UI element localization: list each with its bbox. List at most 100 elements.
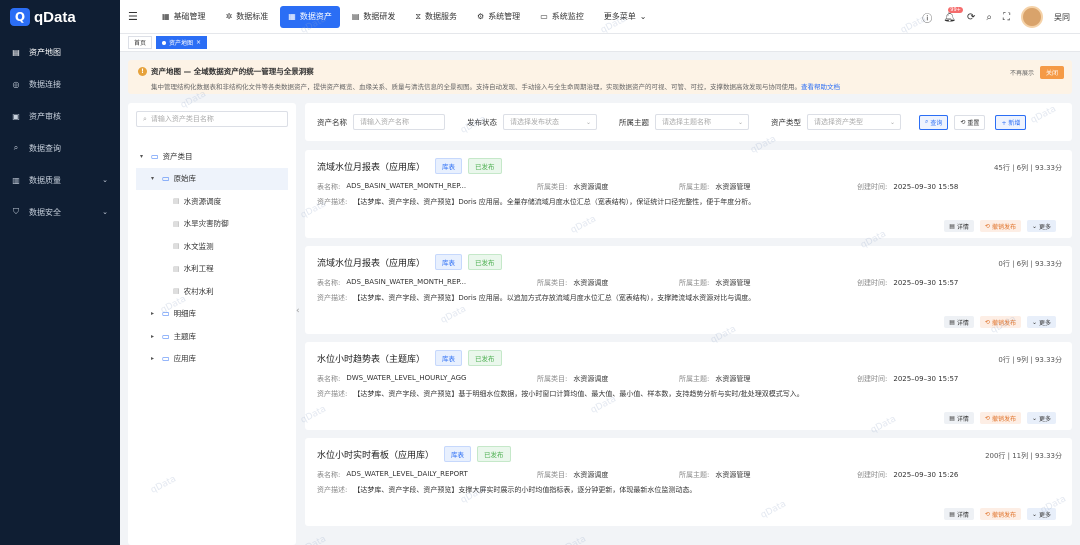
sidebar-item-2[interactable]: ▣ 资产审核	[0, 100, 120, 132]
tabs-bar: 首页 资产地图 ×	[120, 34, 1080, 52]
nav-item-1[interactable]: ✲ 数据标准	[218, 6, 277, 28]
no-show-button[interactable]: 不再展示	[1010, 68, 1034, 77]
table-name-value: ADS_BASIN_WATER_MONTH_REP...	[346, 181, 467, 190]
close-icon[interactable]: ×	[196, 39, 201, 46]
card-title[interactable]: 流域水位月报表（应用库）	[317, 160, 425, 173]
card-header: 水位小时实时看板（应用库） 库表 已发布	[317, 441, 1060, 467]
more-button[interactable]: ⌄ 更多	[1026, 508, 1056, 520]
sidebar-item-3[interactable]: ⌕ 数据查询	[0, 132, 120, 164]
nav-item-7[interactable]: 更多菜单 ⌄	[596, 6, 655, 28]
more-button[interactable]: ⌄ 更多	[1026, 220, 1056, 232]
caret-icon[interactable]: ▾	[140, 153, 147, 160]
tree-node[interactable]: ▤ 水资源调度	[136, 190, 288, 213]
nav-item-4[interactable]: ⧖ 数据服务	[407, 6, 465, 28]
avatar[interactable]	[1021, 6, 1043, 28]
card-header: 流域水位月报表（应用库） 库表 已发布	[317, 249, 1060, 275]
search-icon[interactable]: ⌕	[986, 12, 992, 23]
status-select[interactable]: 请选择发布状态 ⌄	[503, 114, 597, 130]
tree-node[interactable]: ▤ 水文监测	[136, 235, 288, 258]
caret-icon[interactable]: ▸	[151, 310, 158, 317]
tree-node-label: 水利工程	[183, 264, 214, 274]
revoke-button[interactable]: ⟲ 撤销发布	[979, 220, 1021, 232]
nav-item-6[interactable]: ▭ 系统监控	[532, 6, 592, 28]
reset-icon: ⟲	[960, 118, 966, 126]
username[interactable]: 吴同	[1054, 12, 1070, 23]
reset-button[interactable]: ⟲ 重置	[954, 114, 986, 130]
type-select[interactable]: 请选择资产类型 ⌄	[807, 114, 901, 130]
tree-node[interactable]: ▾ ▭ 资产类目	[136, 145, 288, 168]
type-label: 资产类型	[771, 117, 801, 127]
tab-home[interactable]: 首页	[128, 36, 153, 49]
theme-select[interactable]: 请选择主题名称 ⌄	[655, 114, 749, 130]
card-title[interactable]: 水位小时趋势表（主题库）	[317, 352, 425, 365]
tree-node[interactable]: ▸ ▭ 主题库	[136, 325, 288, 348]
tree-node[interactable]: ▤ 水旱灾害防御	[136, 213, 288, 236]
caret-icon[interactable]: ▾	[151, 175, 158, 182]
card-meta-row: 表名称: ADS_WATER_LEVEL_DAILY_REPORT 所属类目: 水资源…	[317, 467, 1060, 482]
caret-icon[interactable]: ▸	[151, 355, 158, 362]
card-title[interactable]: 流域水位月报表（应用库）	[317, 256, 425, 269]
asset-card[interactable]: 水位小时实时看板（应用库） 库表 已发布 200行 | 11列 | 93.33分 表名称…	[305, 438, 1072, 526]
nav-icon: ▤	[351, 12, 360, 21]
sidebar-item-0[interactable]: ▤ 资产地图	[0, 36, 120, 68]
help-doc-link[interactable]: 查看帮助文档	[801, 83, 840, 91]
sidebar-item-4[interactable]: ▥ 数据质量 ⌄	[0, 164, 120, 196]
notice-actions: 不再展示 关闭	[1010, 66, 1064, 79]
fullscreen-icon[interactable]: ⛶	[1003, 12, 1010, 23]
detail-button[interactable]: ▤ 详情	[944, 316, 974, 328]
revoke-button[interactable]: ⟲ 撤销发布	[979, 412, 1021, 424]
category-tree-panel: ⌕ 请输入资产类目名称 ▾ ▭ 资产类目 ▾ ▭ 原始库 ▤ 水资源调度 ▤ 水旱灾害防御 ▤ 水文监测…	[128, 103, 296, 545]
query-label: 查询	[930, 119, 943, 127]
detail-button[interactable]: ▤ 详情	[944, 508, 974, 520]
detail-label: 详情	[956, 511, 969, 519]
tree-node[interactable]: ▤ 水利工程	[136, 258, 288, 281]
nav-item-3[interactable]: ▤ 数据研发	[344, 6, 404, 28]
bell-icon[interactable]: 🔔︎ 99+	[943, 6, 963, 23]
refresh-icon[interactable]: ⟳	[967, 12, 975, 23]
caret-icon[interactable]: ▸	[151, 333, 158, 340]
logo[interactable]: Q qData	[0, 0, 120, 34]
chevron-down-icon: ⌄	[1031, 318, 1037, 326]
add-button[interactable]: + 新增	[995, 114, 1027, 130]
asset-card[interactable]: 流域水位月报表（应用库） 库表 已发布 45行 | 6列 | 93.33分 表名称: AD…	[305, 150, 1072, 238]
desc-value: 【达梦库、资产字段、资产预览】基于明细水位数据，按小时窗口计算均值、最大值、最小…	[353, 389, 804, 398]
query-button[interactable]: ⌕ 查询	[919, 114, 949, 130]
nav-item-2[interactable]: ▦ 数据资产	[280, 5, 340, 28]
revoke-button[interactable]: ⟲ 撤销发布	[979, 508, 1021, 520]
table-name-value: DWS_WATER_LEVEL_HOURLY_AGG	[346, 373, 467, 382]
help-icon[interactable]: ⓘ	[922, 10, 932, 25]
sidebar-item-1[interactable]: ◎ 数据连接	[0, 68, 120, 100]
detail-icon: ▤	[949, 414, 955, 422]
category-tree: ▾ ▭ 资产类目 ▾ ▭ 原始库 ▤ 水资源调度 ▤ 水旱灾害防御 ▤ 水文监测 ▤ 水利工程 ▤ 农村水利 ▸…	[136, 145, 288, 370]
tree-search-input[interactable]: ⌕ 请输入资产类目名称	[136, 111, 288, 127]
revoke-button[interactable]: ⟲ 撤销发布	[979, 316, 1021, 328]
close-notice-button[interactable]: 关闭	[1039, 66, 1064, 79]
detail-button[interactable]: ▤ 详情	[944, 412, 974, 424]
more-button[interactable]: ⌄ 更多	[1026, 316, 1056, 328]
notification-badge: 99+	[948, 6, 963, 13]
more-button[interactable]: ⌄ 更多	[1026, 412, 1056, 424]
sidebar-item-label: 数据查询	[29, 143, 61, 153]
sidebar-item-5[interactable]: ⛉ 数据安全 ⌄	[0, 196, 120, 228]
detail-label: 详情	[956, 223, 969, 231]
card-title[interactable]: 水位小时实时看板（应用库）	[317, 448, 434, 461]
chevron-down-icon: ⌄	[102, 208, 108, 216]
tree-node[interactable]: ▸ ▭ 明细库	[136, 303, 288, 326]
asset-card[interactable]: 水位小时趋势表（主题库） 库表 已发布 0行 | 9列 | 93.33分 表名称: DWS…	[305, 342, 1072, 430]
tab-asset-map[interactable]: 资产地图 ×	[156, 36, 208, 49]
asset-card[interactable]: 流域水位月报表（应用库） 库表 已发布 0行 | 6列 | 93.33分 表名称: ADS…	[305, 246, 1072, 334]
chevron-down-icon: ⌄	[1031, 414, 1037, 422]
folder-icon: ▭	[162, 354, 170, 364]
detail-button[interactable]: ▤ 详情	[944, 220, 974, 232]
detail-label: 详情	[956, 319, 969, 327]
tree-node[interactable]: ▸ ▭ 应用库	[136, 348, 288, 371]
tree-node[interactable]: ▾ ▭ 原始库	[136, 167, 288, 190]
nav-item-5[interactable]: ⚙ 系统管理	[469, 6, 528, 28]
tree-node[interactable]: ▤ 农村水利	[136, 280, 288, 303]
table-icon: ▤	[173, 197, 180, 206]
table-name-key: 表名称:	[317, 470, 341, 479]
asset-name-input[interactable]: 请输入资产名称	[353, 114, 445, 130]
hamburger-icon[interactable]: ☰	[128, 10, 140, 23]
nav-item-0[interactable]: ▦ 基础管理	[154, 6, 214, 28]
collapse-panel-icon[interactable]: ‹	[296, 306, 300, 316]
